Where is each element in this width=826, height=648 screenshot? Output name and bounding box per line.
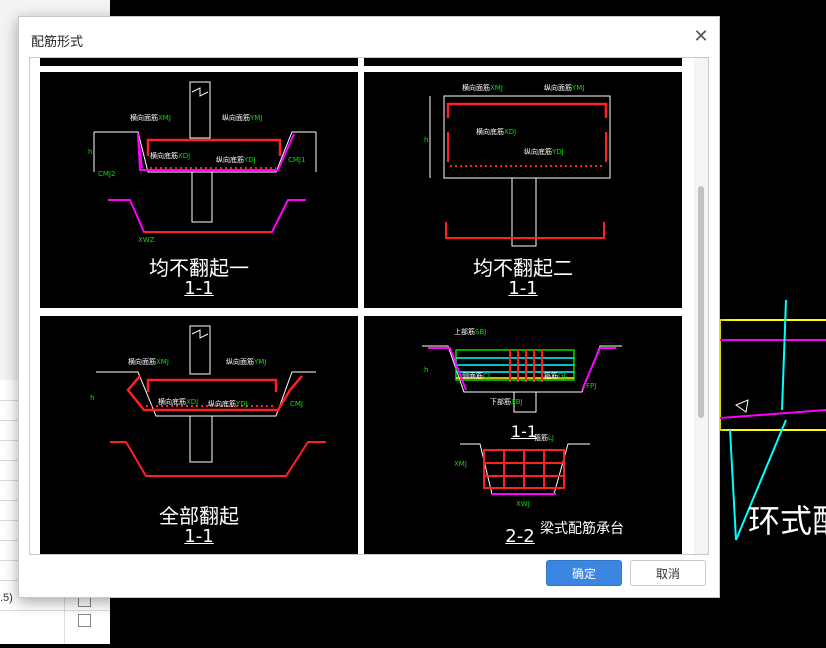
svg-text:横向底筋XDJ: 横向底筋XDJ [150, 151, 190, 160]
svg-text:CMJ2: CMJ2 [98, 170, 115, 178]
option-title: 全部翻起 [159, 504, 239, 528]
sheet-row-line [0, 610, 110, 611]
option-title: 梁式配筋承台 [540, 521, 624, 537]
options-grid: 横向面筋XMJ 纵向面筋YMJ 横向底筋XDJ 纵向底筋YDJ CMJ1 CMJ… [30, 58, 692, 554]
close-icon[interactable]: ✕ [689, 25, 713, 49]
option-all-flip[interactable]: 横向面筋XMJ 纵向面筋YMJ 横向底筋XDJ 纵向底筋YDJ CMJ h 全部… [40, 316, 358, 554]
option-beam-pile-cap[interactable]: 上部筋SBJ 侧面筋CJ 箍筋GJ 下部筋XBJ FPJ 箍筋LJ XMJ XW… [364, 316, 682, 554]
dialog-title: 配筋形式 [31, 34, 84, 49]
svg-text:横向底筋XDJ: 横向底筋XDJ [158, 397, 198, 406]
svg-text:侧面筋CJ: 侧面筋CJ [462, 371, 490, 380]
svg-text:上部筋SBJ: 上部筋SBJ [454, 327, 486, 336]
svg-text:CMJ: CMJ [290, 400, 303, 408]
option-no-flip-one[interactable]: 横向面筋XMJ 纵向面筋YMJ 横向底筋XDJ 纵向底筋YDJ CMJ1 CMJ… [40, 72, 358, 308]
section-label: 1-1 [508, 278, 538, 299]
scrollbar-thumb[interactable] [698, 186, 704, 418]
option-title: 均不翻起二 [473, 256, 573, 280]
svg-text:h: h [90, 394, 94, 402]
svg-text:纵向底筋YDJ: 纵向底筋YDJ [524, 147, 564, 156]
section-label: 1-1 [184, 526, 214, 547]
svg-text:h: h [88, 148, 92, 156]
svg-text:h: h [424, 366, 428, 374]
section-label: 1-1 [510, 422, 538, 441]
ok-button[interactable]: 确定 [546, 560, 622, 586]
svg-text:横向底筋XDJ: 横向底筋XDJ [476, 127, 516, 136]
section-label: 1-1 [184, 278, 214, 299]
options-panel: 横向面筋XMJ 纵向面筋YMJ 横向底筋XDJ 纵向底筋YDJ CMJ1 CMJ… [29, 57, 709, 555]
svg-text:下部筋XBJ: 下部筋XBJ [490, 397, 523, 406]
svg-text:XWZ: XWZ [138, 236, 155, 244]
svg-text:横向面筋XMJ: 横向面筋XMJ [130, 113, 171, 122]
svg-text:纵向面筋YMJ: 纵向面筋YMJ [544, 83, 584, 92]
cancel-button[interactable]: 取消 [630, 560, 706, 586]
option-no-flip-two[interactable]: 横向面筋XMJ 纵向面筋YMJ 横向底筋XDJ 纵向底筋YDJ h 均不翻起二 … [364, 72, 682, 308]
section-label: 2-2 [505, 526, 535, 547]
option-previous-left[interactable] [40, 58, 358, 66]
svg-text:横向面筋XMJ: 横向面筋XMJ [128, 357, 169, 366]
svg-text:纵向面筋YMJ: 纵向面筋YMJ [226, 357, 266, 366]
svg-text:纵向面筋YMJ: 纵向面筋YMJ [222, 113, 262, 122]
svg-text:h: h [424, 136, 428, 144]
svg-text:横向面筋XMJ: 横向面筋XMJ [462, 83, 503, 92]
svg-text:FPJ: FPJ [586, 382, 596, 390]
rebar-form-dialog: 配筋形式 ✕ 横向面筋XMJ 纵向面筋YMJ 横向底筋XDJ 纵向底筋YDJ C… [18, 16, 720, 598]
svg-text:箍筋GJ: 箍筋GJ [544, 371, 566, 380]
cad-text: 环式配 [748, 503, 826, 539]
svg-text:纵向底筋YDJ: 纵向底筋YDJ [208, 399, 248, 408]
svg-text:XMJ: XMJ [454, 460, 467, 468]
svg-text:XWJ: XWJ [516, 500, 530, 508]
checkbox[interactable] [78, 614, 91, 627]
option-previous-right[interactable] [364, 58, 682, 66]
svg-text:纵向底筋YDJ: 纵向底筋YDJ [216, 155, 256, 164]
svg-text:CMJ1: CMJ1 [288, 156, 305, 164]
vertical-scrollbar[interactable] [694, 58, 708, 554]
option-title: 均不翻起一 [149, 256, 249, 280]
sheet-fragment-text: .5) [0, 592, 13, 604]
